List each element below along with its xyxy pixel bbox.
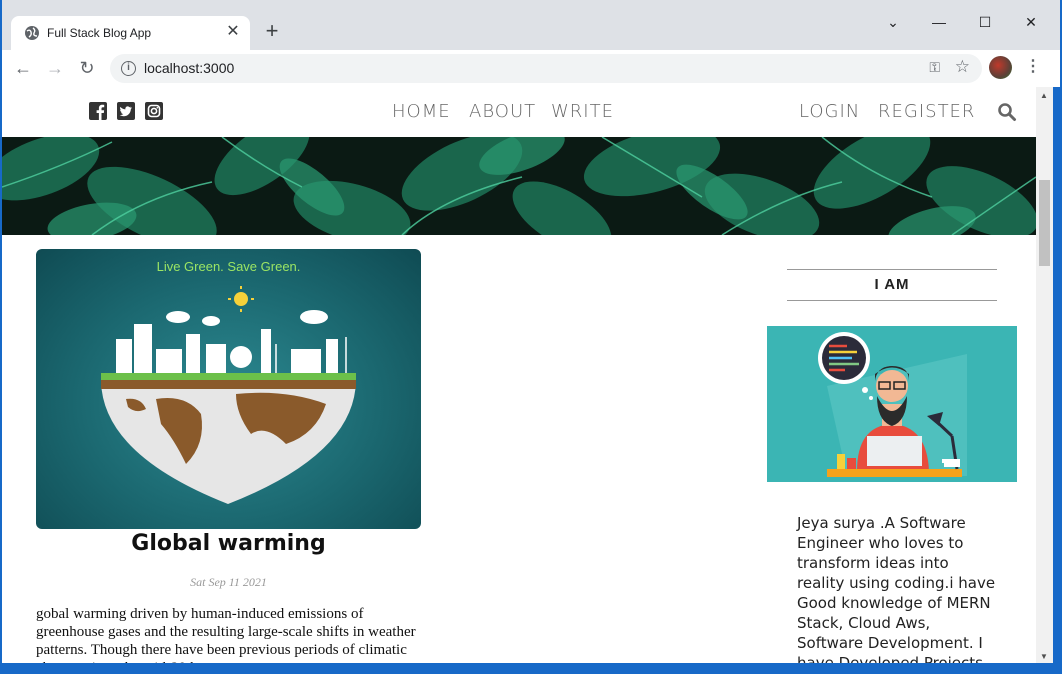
profile-avatar[interactable] [989,56,1012,79]
post-title[interactable]: Global warming [36,531,421,556]
twitter-icon[interactable] [117,102,135,120]
scroll-up-icon[interactable]: ▲ [1040,91,1048,100]
url-text[interactable]: localhost:3000 [144,60,234,76]
developer-illustration [767,326,1017,482]
reload-button[interactable]: ↻ [74,55,100,81]
nav-write[interactable]: WRITE [551,101,614,122]
tab-search-button[interactable]: ⌄ [870,8,916,36]
close-window-button[interactable]: ✕ [1008,8,1054,36]
page-scrollbar[interactable]: ▲ ▼ [1036,87,1053,663]
minimize-button[interactable]: — [916,8,962,36]
new-tab-button[interactable]: + [260,19,284,43]
header-banner-image [2,137,1036,235]
sidebar-title: I AM [787,269,997,301]
browser-toolbar: ← → ↻ i localhost:3000 ⚿ ☆ ⋮ [2,50,1060,87]
facebook-icon[interactable] [89,102,107,120]
tab-close-icon[interactable]: ✕ [223,22,243,42]
instagram-icon[interactable] [145,102,163,120]
key-icon[interactable]: ⚿ [929,59,940,76]
globe-icon [25,26,39,40]
nav-home[interactable]: HOME [392,101,451,122]
search-icon[interactable] [997,102,1017,122]
site-navbar: HOME ABOUT WRITE LOGIN REGISTER [2,87,1036,137]
scroll-down-icon[interactable]: ▼ [1040,652,1048,661]
scrollbar-thumb[interactable] [1039,180,1050,266]
maximize-button[interactable]: ☐ [962,8,1008,36]
post-image[interactable]: Live Green. Save Green. [36,249,421,529]
nav-register[interactable]: REGISTER [878,101,975,122]
post-date: Sat Sep 11 2021 [190,575,267,589]
kebab-menu-icon[interactable]: ⋮ [1025,56,1041,76]
taskbar-edge [0,663,1062,674]
leaves-illustration [2,137,1036,235]
bookmark-star-icon[interactable]: ☆ [955,57,970,77]
nav-login[interactable]: LOGIN [799,101,860,122]
browser-tab[interactable]: Full Stack Blog App ✕ [11,16,250,50]
post-description: gobal warming driven by human-induced em… [36,606,416,663]
earth-city-illustration [101,286,356,504]
address-bar[interactable]: i localhost:3000 ⚿ ☆ [110,54,982,83]
sidebar-about-text: Jeya surya .A Software Engineer who love… [797,514,996,663]
site-info-icon[interactable]: i [121,61,136,76]
tab-title: Full Stack Blog App [47,26,152,40]
window: Full Stack Blog App ✕ + ⌄ — ☐ ✕ ← → ↻ i … [0,0,1062,674]
sidebar-developer-image [767,326,1017,482]
forward-button[interactable]: → [42,55,68,81]
page-viewport: HOME ABOUT WRITE LOGIN REGISTER Live Gre… [2,87,1036,663]
nav-about[interactable]: ABOUT [469,101,536,122]
back-button[interactable]: ← [10,55,36,81]
